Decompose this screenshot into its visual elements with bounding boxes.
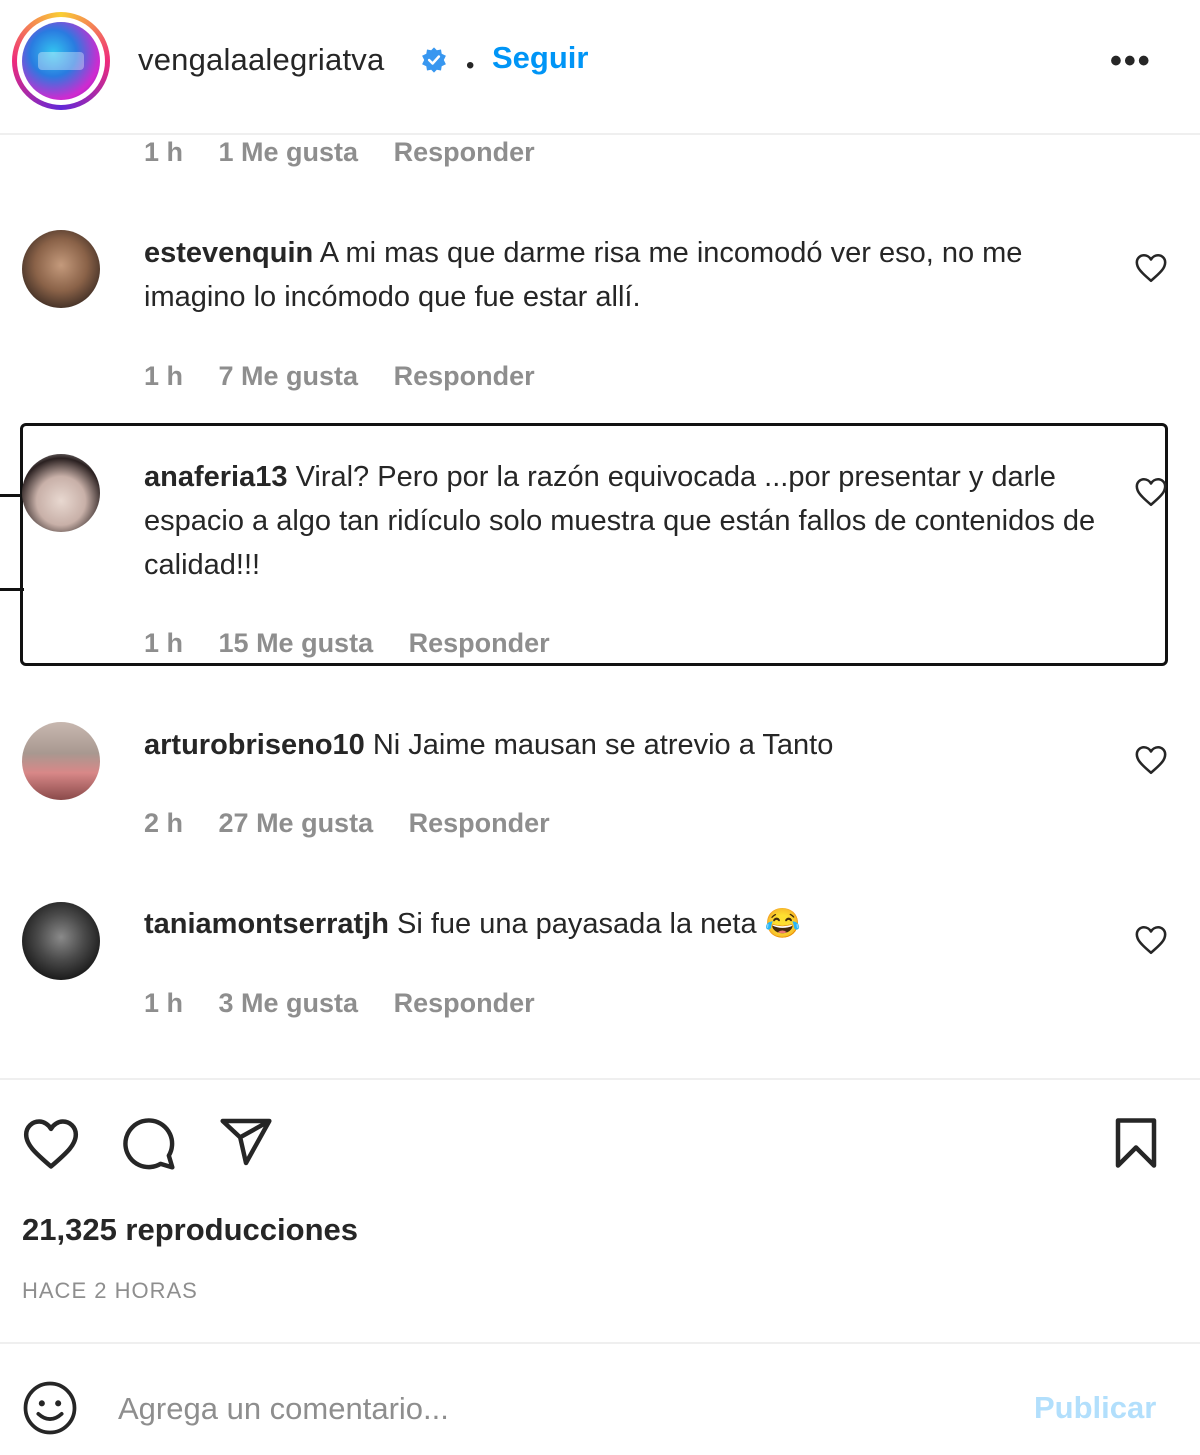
comment-time: 1 h: [144, 361, 184, 391]
heart-icon[interactable]: [1134, 924, 1168, 956]
comment-input[interactable]: [118, 1386, 998, 1432]
comment-text: taniamontserratjh Si fue una payasada la…: [144, 902, 1104, 946]
account-username[interactable]: vengalaalegriatva: [138, 42, 384, 78]
highlight-bracket: [0, 588, 24, 591]
avatar[interactable]: [22, 722, 100, 800]
send-icon[interactable]: [218, 1116, 274, 1168]
view-count: 21,325 reproducciones: [22, 1212, 358, 1247]
comment-icon[interactable]: [120, 1116, 178, 1172]
post-header: vengalaalegriatva • Seguir •••: [0, 0, 1200, 135]
reply-button[interactable]: Responder: [409, 808, 550, 838]
reply-button[interactable]: Responder: [394, 361, 535, 391]
comment-username[interactable]: arturobriseno10: [144, 729, 365, 761]
publish-button[interactable]: Publicar: [1034, 1390, 1156, 1426]
emoji-icon[interactable]: [22, 1380, 78, 1436]
comment-meta: 1 h 7 Me gusta Responder: [144, 361, 563, 392]
comment-likes[interactable]: 27 Me gusta: [219, 808, 374, 838]
heart-icon[interactable]: [1134, 744, 1168, 776]
comment-time: 2 h: [144, 808, 184, 838]
comment-text: anaferia13 Viral? Pero por la razón equi…: [144, 455, 1114, 587]
comment-time: 1 h: [144, 137, 184, 167]
verified-badge-icon: [422, 47, 446, 73]
comment-time: 1 h: [144, 628, 184, 658]
comment-text: arturobriseno10 Ni Jaime mausan se atrev…: [144, 723, 1104, 767]
separator-dot: •: [466, 52, 475, 79]
comment-likes[interactable]: 7 Me gusta: [219, 361, 359, 391]
comment-likes[interactable]: 1 Me gusta: [219, 137, 359, 167]
avatar[interactable]: [22, 454, 100, 532]
follow-button[interactable]: Seguir: [492, 40, 588, 76]
like-heart-icon[interactable]: [22, 1118, 80, 1170]
comment-body: Ni Jaime mausan se atrevio a Tanto: [372, 729, 834, 761]
comment-likes[interactable]: 3 Me gusta: [219, 988, 359, 1018]
comment-username[interactable]: estevenquin: [144, 237, 313, 269]
reply-button[interactable]: Responder: [394, 988, 535, 1018]
comment-text: estevenquin A mi mas que darme risa me i…: [144, 231, 1104, 319]
divider: [0, 1078, 1200, 1080]
comment-username[interactable]: taniamontserratjh: [144, 908, 389, 940]
comment-time: 1 h: [144, 988, 184, 1018]
comment-body: Si fue una payasada la neta 😂: [397, 908, 801, 940]
comment-meta: 1 h 1 Me gusta Responder: [144, 137, 563, 168]
comment-likes[interactable]: 15 Me gusta: [219, 628, 374, 658]
avatar[interactable]: [22, 902, 100, 980]
highlight-bracket: [0, 494, 24, 497]
comment-username[interactable]: anaferia13: [144, 461, 288, 493]
heart-icon[interactable]: [1134, 252, 1168, 284]
comment-meta: 2 h 27 Me gusta Responder: [144, 808, 578, 839]
heart-icon[interactable]: [1134, 476, 1168, 508]
comment-meta: 1 h 15 Me gusta Responder: [144, 628, 578, 659]
divider: [0, 1342, 1200, 1344]
comment-meta: 1 h 3 Me gusta Responder: [144, 988, 563, 1019]
avatar[interactable]: [22, 230, 100, 308]
reply-button[interactable]: Responder: [394, 137, 535, 167]
bookmark-icon[interactable]: [1112, 1116, 1160, 1170]
reply-button[interactable]: Responder: [409, 628, 550, 658]
more-options-button[interactable]: •••: [1110, 42, 1152, 81]
account-avatar[interactable]: [12, 12, 110, 110]
post-timestamp[interactable]: HACE 2 HORAS: [22, 1278, 198, 1304]
